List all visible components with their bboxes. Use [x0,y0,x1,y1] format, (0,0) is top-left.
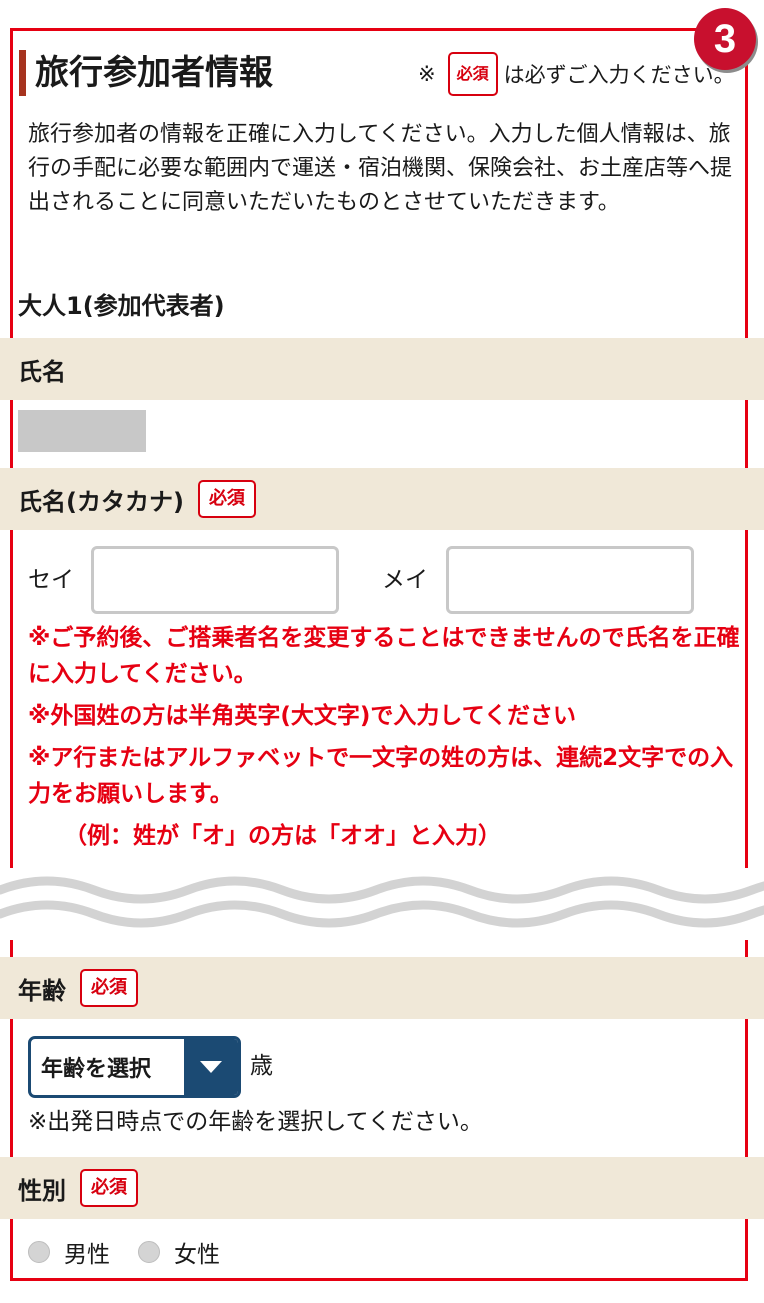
warning-example: （例：姓が「オ」の方は「オオ」と入力） [64,823,501,849]
warning-text: ※外国姓の方は半角英字(大文字)で入力してください [28,703,577,729]
gender-label: 性別 [18,1176,66,1205]
gender-option-male[interactable]: 男性 [28,1235,110,1269]
kana-label: 氏名(カタカナ) [18,487,184,516]
age-select-value: 年齢を選択 [41,1057,152,1082]
age-select[interactable]: 年齢を選択 [28,1036,241,1098]
gender-options: 男性 女性 [28,1232,248,1272]
age-unit: 歳 [250,1053,273,1079]
title-accent-bar [19,50,26,96]
name-label: 氏名 [18,357,66,386]
gender-option-female[interactable]: 女性 [138,1235,220,1269]
required-note: ※ 必須 は必ずご入力ください。 [418,52,735,96]
age-label: 年齢 [18,976,66,1005]
sei-input[interactable] [91,546,339,614]
participant-heading: 大人1(参加代表者) [18,292,225,320]
age-field-header: 年齢 必須 [0,957,764,1019]
sei-label: セイ [28,567,74,593]
wave-divider-icon [0,868,764,940]
required-badge: 必須 [197,480,256,518]
gender-option-label: 男性 [64,1242,110,1268]
radio-button[interactable] [28,1241,50,1263]
radio-button[interactable] [138,1241,160,1263]
required-note-text: は必ずご入力ください。 [503,63,735,87]
mei-label: メイ [382,567,428,593]
section-title: 旅行参加者情報 [35,53,273,93]
age-note: ※出発日時点での年齢を選択してください。 [28,1109,483,1135]
required-badge: 必須 [80,969,138,1007]
required-badge: 必須 [80,1169,138,1207]
warning-text: ※ご予約後、ご搭乗者名を変更することはできませんので氏名を正確に入力してください… [28,625,740,687]
gender-field-header: 性別 必須 [0,1157,764,1219]
name-field-header: 氏名 [0,338,764,400]
masked-name-value [18,410,146,452]
kana-field-header: 氏名(カタカナ) 必須 [0,468,764,530]
mei-input[interactable] [446,546,694,614]
intro-text: 旅行参加者の情報を正確に入力してください。入力した個人情報は、旅行の手配に必要な… [28,122,733,215]
required-note-mark: ※ [418,62,436,86]
gender-option-label: 女性 [174,1242,220,1268]
warning-text: ※ア行またはアルファベットで一文字の姓の方は、連続2文字での入力をお願いします。 [28,745,734,807]
dropdown-arrow-icon[interactable] [184,1039,238,1095]
required-badge: 必須 [447,52,498,96]
